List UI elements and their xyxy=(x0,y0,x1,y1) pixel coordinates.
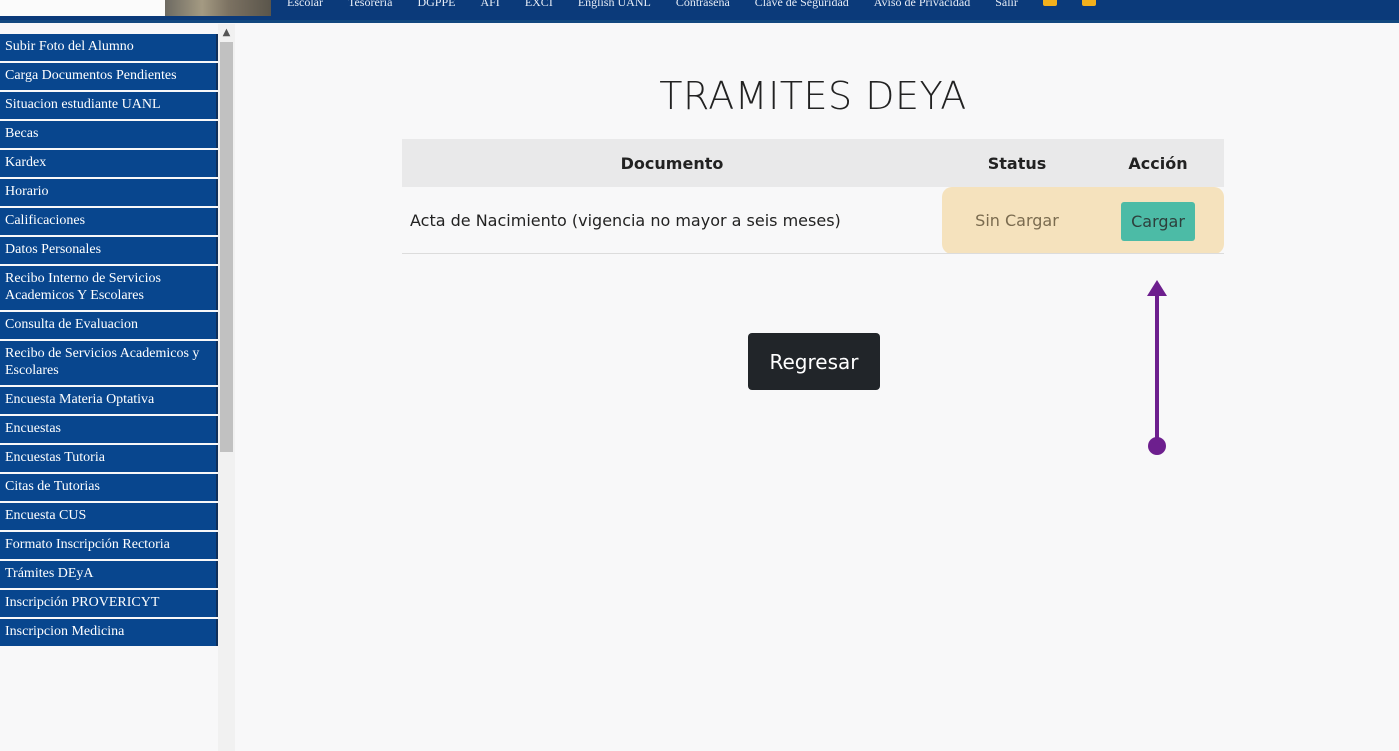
sidebar-scrollbar[interactable]: ▲ xyxy=(218,24,235,751)
sidebar-item-encuesta-optativa[interactable]: Encuesta Materia Optativa xyxy=(0,387,218,414)
nav-salir[interactable]: Salir xyxy=(995,0,1018,9)
nav-aviso-privacidad[interactable]: Aviso de Privacidad xyxy=(874,0,970,9)
status-badge: Sin Cargar xyxy=(942,187,1092,254)
arrow-line xyxy=(1155,294,1159,444)
sidebar-item-subir-foto[interactable]: Subir Foto del Alumno xyxy=(0,34,218,61)
sidebar-item-tramites-deya[interactable]: Trámites DEyA xyxy=(0,561,218,588)
nav-afi[interactable]: AFI xyxy=(480,0,499,9)
nav-exci[interactable]: EXCI xyxy=(525,0,553,9)
nav-escolar[interactable]: Escolar xyxy=(287,0,323,9)
nav-clave-seguridad[interactable]: Clave de Seguridad xyxy=(755,0,849,9)
header-status: Status xyxy=(987,153,1047,173)
student-photo xyxy=(165,0,271,16)
scroll-thumb[interactable] xyxy=(220,42,233,452)
nav-tesoreria[interactable]: Tesorería xyxy=(348,0,392,9)
scroll-up-icon[interactable]: ▲ xyxy=(218,24,235,41)
sidebar-item-inscripcion-medicina[interactable]: Inscripcion Medicina xyxy=(0,619,218,646)
cargar-button[interactable]: Cargar xyxy=(1121,201,1195,241)
sidebar-item-formato-inscripcion[interactable]: Formato Inscripción Rectoria xyxy=(0,532,218,559)
sidebar-item-recibo-interno[interactable]: Recibo Interno de Servicios Academicos Y… xyxy=(0,266,218,310)
nav-english-uanl[interactable]: English UANL xyxy=(578,0,651,9)
page-title: TRAMITES DEYA xyxy=(659,74,967,118)
header-documento: Documento xyxy=(620,153,724,173)
sidebar-item-kardex[interactable]: Kardex xyxy=(0,150,218,177)
table-row: Acta de Nacimiento (vigencia no mayor a … xyxy=(402,187,1224,254)
sidebar-item-situacion-estudiante[interactable]: Situacion estudiante UANL xyxy=(0,92,218,119)
sidebar-item-becas[interactable]: Becas xyxy=(0,121,218,148)
sidebar-item-inscripcion-provericyt[interactable]: Inscripción PROVERICYT xyxy=(0,590,218,617)
top-nav: Escolar Tesorería DGPPE AFI EXCI English… xyxy=(287,0,1121,9)
action-cell: Cargar xyxy=(1092,187,1224,254)
nav-dgppe[interactable]: DGPPE xyxy=(417,0,455,9)
regresar-button[interactable]: Regresar xyxy=(748,333,880,390)
nav-contrasena[interactable]: Contraseña xyxy=(676,0,730,9)
arrow-dot xyxy=(1148,437,1166,455)
sidebar-menu: Subir Foto del Alumno Carga Documentos P… xyxy=(0,34,218,751)
social-icon-2[interactable] xyxy=(1081,0,1096,6)
sidebar-item-encuesta-cus[interactable]: Encuesta CUS xyxy=(0,503,218,530)
table-header-row: Documento Status Acción xyxy=(402,139,1224,187)
sidebar-item-carga-documentos[interactable]: Carga Documentos Pendientes xyxy=(0,63,218,90)
sidebar-item-citas-tutorias[interactable]: Citas de Tutorias xyxy=(0,474,218,501)
sidebar-item-horario[interactable]: Horario xyxy=(0,179,218,206)
sidebar-item-recibo-servicios[interactable]: Recibo de Servicios Academicos y Escolar… xyxy=(0,341,218,385)
document-name: Acta de Nacimiento (vigencia no mayor a … xyxy=(402,187,942,254)
social-icon-1[interactable] xyxy=(1042,0,1057,6)
sidebar-item-consulta-evaluacion[interactable]: Consulta de Evaluacion xyxy=(0,312,218,339)
header-accion: Acción xyxy=(1128,153,1188,173)
documents-table: Documento Status Acción Acta de Nacimien… xyxy=(402,139,1224,254)
sidebar-item-calificaciones[interactable]: Calificaciones xyxy=(0,208,218,235)
sidebar-item-encuestas-tutoria[interactable]: Encuestas Tutoria xyxy=(0,445,218,472)
sidebar-item-encuestas[interactable]: Encuestas xyxy=(0,416,218,443)
sidebar-item-datos-personales[interactable]: Datos Personales xyxy=(0,237,218,264)
top-nav-bar: Escolar Tesorería DGPPE AFI EXCI English… xyxy=(0,0,1399,23)
